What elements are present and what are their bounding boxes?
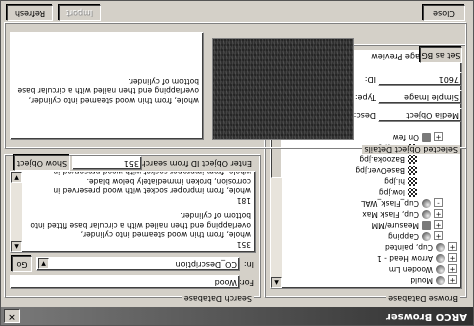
tree-node-label: BaseOver.jpg [355, 166, 405, 175]
tree-node[interactable]: + Measure/MM [283, 220, 461, 231]
tree-node-label: Capping [388, 232, 419, 241]
selected-object-details-group: Selected Object Details Image Preview Se… [5, 23, 467, 154]
tree-node-label: Mould [410, 276, 433, 285]
browse-database-legend: Browse Database [386, 294, 460, 303]
object-icon [436, 254, 445, 263]
browse-tree: + Mould + Wooden Lm + Arrow Head - 1 + Cup, pai… [283, 132, 461, 286]
import-button[interactable]: Import [59, 5, 101, 21]
go-button[interactable]: Go [12, 256, 32, 272]
tree-node[interactable]: hi.jpg [283, 176, 461, 187]
tree-node-label: Cup, painted [384, 243, 433, 252]
search-result-line: bottom of cylinder. [180, 211, 251, 221]
arco-browser-window: ARCO Browser ✕ Browse Database + Mould + Wo… [0, 0, 474, 326]
tree-node-label: Bazooka.jpg [359, 155, 405, 164]
search-results-panel[interactable]: 351 whole, from thin wood steamed into cy… [10, 171, 256, 253]
description-line: bottom of cylinder. [128, 77, 199, 86]
chevron-down-icon[interactable]: ▼ [38, 258, 49, 269]
tree-node[interactable]: - Cup_Flask_WAL [283, 198, 461, 209]
tree-node[interactable]: low.jpg [283, 187, 461, 198]
collapse-icon[interactable]: - [434, 198, 443, 207]
search-result-id: 351 [236, 240, 251, 249]
results-scroll-up-arrow[interactable]: ▲ [11, 241, 22, 252]
set-as-bg-button[interactable]: Set as BG [420, 47, 462, 63]
search-for-input[interactable]: Wood [10, 275, 240, 289]
expand-icon[interactable]: + [448, 275, 457, 284]
tree-node[interactable]: + Capping [283, 231, 461, 242]
search-result-line: whole, from thin wood steamed into cylin… [80, 230, 251, 240]
tree-node[interactable]: BaseOver.jpg [283, 165, 461, 176]
tree-node-label: Cup_Flask_WAL [361, 199, 419, 208]
object-icon [436, 276, 445, 285]
search-result-record: 351 whole, from thin wood steamed into cy… [25, 211, 251, 250]
window-title: ARCO Browser [385, 311, 467, 322]
id-field: 7601 [378, 72, 462, 86]
search-result-id: 181 [236, 196, 251, 205]
expand-icon[interactable]: + [448, 242, 457, 251]
search-database-group: Search Database For: Wood In: CO_Descrip… [5, 155, 261, 303]
title-bar[interactable]: ARCO Browser ✕ [1, 307, 473, 325]
tree-node-label: Arrow Head - 1 [377, 254, 433, 263]
folder-icon [422, 221, 431, 230]
search-result-line: whole, from improper socket with wood pr… [53, 171, 251, 177]
expand-icon[interactable]: + [434, 220, 443, 229]
tree-node[interactable]: + Arrow Head - 1 [283, 253, 461, 264]
search-result-line: overlapping end then nailed with a circu… [30, 221, 251, 230]
object-description-text: whole, from thin wood steamed into cylin… [15, 77, 199, 105]
id-label: ID: [364, 75, 376, 84]
tree-node[interactable]: + Cup, Flask Max [283, 209, 461, 220]
show-object-button[interactable]: Show Object [14, 155, 70, 171]
image-file-icon [408, 166, 417, 175]
object-description-panel: whole, from thin wood steamed into cylin… [10, 32, 204, 140]
expand-icon[interactable]: + [448, 264, 457, 273]
image-file-icon [408, 177, 417, 186]
tree-node-label: low.jpg [378, 188, 405, 197]
search-in-value: CO_Description [175, 260, 237, 269]
search-results-text: 351 whole, from thin wood steamed into cy… [25, 171, 251, 249]
selected-object-details-legend: Selected Object Details [362, 145, 460, 154]
tree-node[interactable]: + Mould [283, 275, 461, 286]
image-file-icon [408, 155, 417, 164]
tree-scroll-up-arrow[interactable]: ▲ [271, 277, 282, 288]
expand-icon[interactable]: + [448, 253, 457, 262]
close-button[interactable]: Close [423, 5, 465, 21]
desc-label: Desc: [353, 111, 376, 120]
description-line: overlapping end then nailed with a circu… [15, 86, 199, 96]
object-icon [436, 243, 445, 252]
results-scrollbar[interactable]: ▲ ▼ [11, 172, 22, 252]
tree-node-label: hi.jpg [384, 177, 405, 186]
tree-node[interactable]: + Wooden Lm [283, 264, 461, 275]
desc-field: Media Object [378, 108, 462, 122]
expand-icon[interactable]: + [434, 231, 443, 240]
tree-node[interactable]: Bazooka.jpg [283, 154, 461, 165]
type-field: Simple Image [378, 90, 462, 104]
search-result-line: whole, from improper socket with wood pr… [53, 186, 251, 196]
search-for-label: For: [238, 278, 254, 287]
tree-node-label: Wooden Lm [388, 265, 433, 274]
expand-icon[interactable]: + [434, 209, 443, 218]
object-icon [436, 265, 445, 274]
search-in-label: In: [243, 260, 254, 269]
window-close-button[interactable]: ✕ [4, 309, 20, 323]
search-result-record: 181 whole, from improper socket with wood… [25, 171, 251, 205]
object-icon [422, 199, 431, 208]
tree-node-label: Cup, Flask Max [362, 210, 419, 219]
type-label: Type: [354, 93, 376, 102]
search-database-legend: Search Database [181, 294, 254, 303]
search-result-line: corrosion, broken immediately below blad… [86, 177, 251, 186]
tree-node[interactable]: + Cup, painted [283, 242, 461, 253]
object-icon [422, 210, 431, 219]
description-line: whole, from thin wood steamed into cylin… [28, 96, 199, 105]
tree-node-label: Measure/MM [371, 221, 419, 230]
refresh-button[interactable]: Refresh [7, 5, 53, 21]
object-image-preview [212, 38, 354, 140]
object-icon [422, 232, 431, 241]
image-file-icon [408, 188, 417, 197]
search-in-select[interactable]: CO_Description ▼ [36, 257, 240, 271]
object-id-input[interactable]: 351 [72, 156, 142, 170]
results-scroll-down-arrow[interactable]: ▼ [11, 172, 22, 183]
